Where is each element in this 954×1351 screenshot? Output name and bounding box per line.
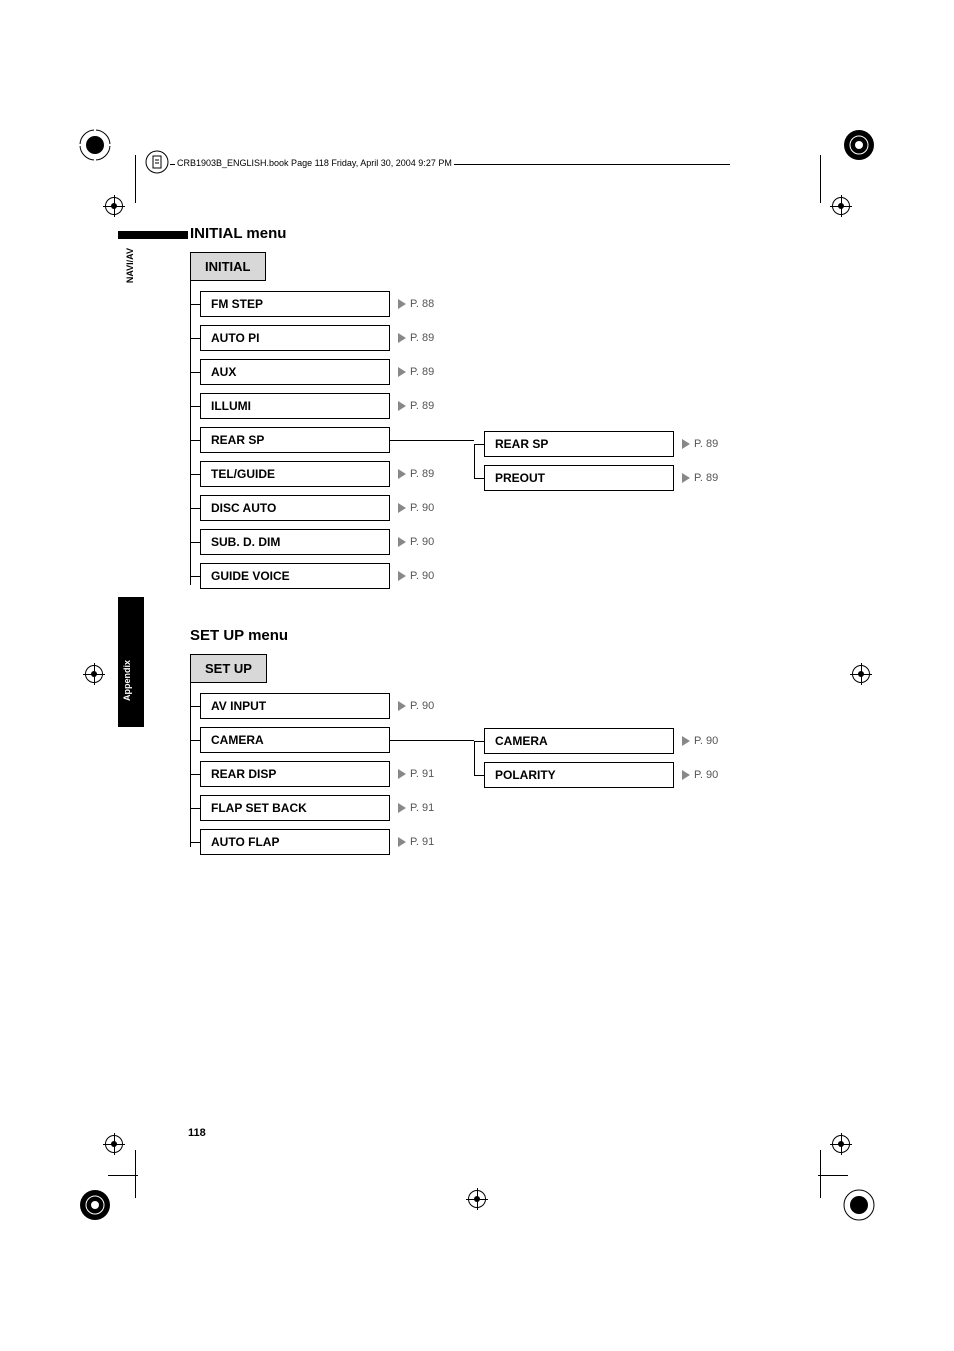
tree-line bbox=[190, 675, 191, 847]
triangle-icon bbox=[398, 503, 406, 513]
triangle-icon bbox=[398, 701, 406, 711]
page-ref: P. 89 bbox=[682, 438, 718, 450]
triangle-icon bbox=[682, 736, 690, 746]
menu-item: FLAP SET BACK bbox=[200, 795, 390, 821]
registration-mark bbox=[832, 197, 850, 215]
menu-item: TEL/GUIDE bbox=[200, 461, 390, 487]
triangle-icon bbox=[398, 401, 406, 411]
menu-item: AUTO PI bbox=[200, 325, 390, 351]
menu-item: AV INPUT bbox=[200, 693, 390, 719]
corner-mark-br bbox=[842, 1188, 876, 1227]
triangle-icon bbox=[398, 367, 406, 377]
header-filename: CRB1903B_ENGLISH.book Page 118 Friday, A… bbox=[175, 158, 454, 168]
corner-mark-tr bbox=[842, 128, 876, 167]
document-icon bbox=[145, 150, 169, 174]
page-number: 118 bbox=[188, 1127, 206, 1139]
menu-item: GUIDE VOICE bbox=[200, 563, 390, 589]
triangle-icon bbox=[398, 333, 406, 343]
submenu-item: CAMERA bbox=[484, 728, 674, 754]
menu-header-initial: INITIAL bbox=[190, 252, 266, 281]
menu-header-setup: SET UP bbox=[190, 654, 267, 683]
triangle-icon bbox=[682, 439, 690, 449]
page-ref: P. 91 bbox=[398, 802, 434, 814]
side-tab-naviav: NAVI/AV bbox=[122, 240, 138, 291]
page-ref: P. 89 bbox=[398, 332, 434, 344]
menu-item: REAR SP bbox=[200, 427, 390, 453]
section-bar bbox=[118, 231, 188, 239]
crop-line bbox=[820, 155, 821, 203]
page-ref: P. 89 bbox=[398, 400, 434, 412]
triangle-icon bbox=[398, 571, 406, 581]
crop-line bbox=[135, 1150, 136, 1198]
menu-item: SUB. D. DIM bbox=[200, 529, 390, 555]
triangle-icon bbox=[682, 473, 690, 483]
menu-item: ILLUMI bbox=[200, 393, 390, 419]
crop-line bbox=[108, 1175, 138, 1176]
page-ref: P. 89 bbox=[398, 366, 434, 378]
menu-item: REAR DISP bbox=[200, 761, 390, 787]
menu-item: DISC AUTO bbox=[200, 495, 390, 521]
page-ref: P. 89 bbox=[682, 472, 718, 484]
triangle-icon bbox=[398, 299, 406, 309]
tree-line bbox=[390, 740, 474, 741]
registration-mark bbox=[85, 665, 103, 683]
corner-mark-bl bbox=[78, 1188, 112, 1227]
registration-mark bbox=[105, 197, 123, 215]
crop-line bbox=[818, 1175, 848, 1176]
tree-line bbox=[190, 273, 191, 585]
tree-line bbox=[390, 440, 474, 441]
menu-item: CAMERA bbox=[200, 727, 390, 753]
page-ref: P. 91 bbox=[398, 836, 434, 848]
triangle-icon bbox=[682, 770, 690, 780]
registration-mark bbox=[832, 1135, 850, 1153]
triangle-icon bbox=[398, 537, 406, 547]
page-ref: P. 88 bbox=[398, 298, 434, 310]
page-ref: P. 90 bbox=[398, 536, 434, 548]
menu-item: FM STEP bbox=[200, 291, 390, 317]
section-title-initial: INITIAL menu bbox=[190, 225, 860, 242]
page-ref: P. 90 bbox=[682, 735, 718, 747]
menu-item: AUX bbox=[200, 359, 390, 385]
registration-mark bbox=[105, 1135, 123, 1153]
section-title-setup: SET UP menu bbox=[190, 627, 860, 644]
crop-line bbox=[820, 1150, 821, 1198]
page-ref: P. 90 bbox=[398, 700, 434, 712]
submenu-item: POLARITY bbox=[484, 762, 674, 788]
triangle-icon bbox=[398, 803, 406, 813]
submenu-item: REAR SP bbox=[484, 431, 674, 457]
page-ref: P. 91 bbox=[398, 768, 434, 780]
triangle-icon bbox=[398, 769, 406, 779]
page-ref: P. 90 bbox=[398, 570, 434, 582]
page-ref: P. 90 bbox=[398, 502, 434, 514]
submenu-item: PREOUT bbox=[484, 465, 674, 491]
corner-mark-tl bbox=[78, 128, 112, 167]
page-ref: P. 90 bbox=[682, 769, 718, 781]
page-ref: P. 89 bbox=[398, 468, 434, 480]
side-tab-appendix: Appendix bbox=[122, 660, 132, 701]
crop-line bbox=[135, 155, 136, 203]
menu-item: AUTO FLAP bbox=[200, 829, 390, 855]
triangle-icon bbox=[398, 469, 406, 479]
triangle-icon bbox=[398, 837, 406, 847]
registration-mark bbox=[468, 1190, 486, 1208]
